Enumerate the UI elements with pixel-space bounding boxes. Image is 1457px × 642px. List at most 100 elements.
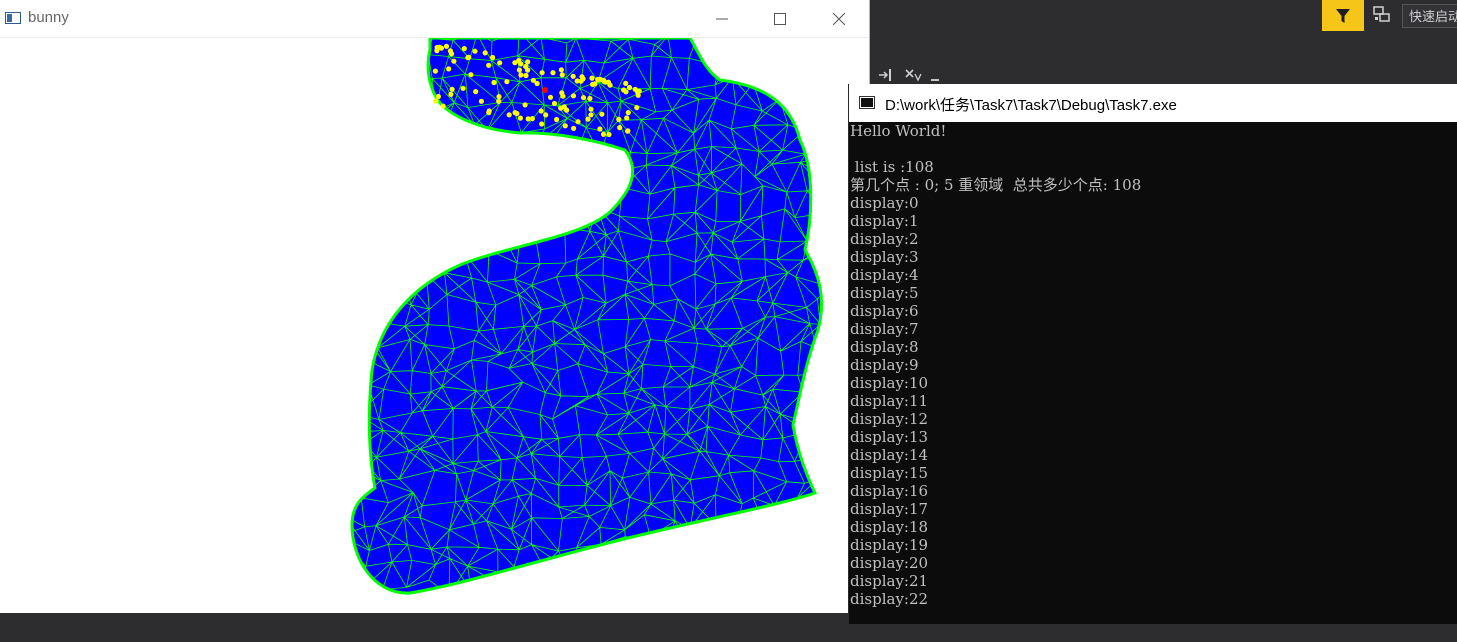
pin-icon[interactable] bbox=[877, 68, 893, 82]
filter-icon[interactable] bbox=[1322, 0, 1364, 31]
selected-point bbox=[539, 121, 545, 127]
selected-point bbox=[558, 67, 565, 73]
selected-point bbox=[559, 90, 565, 96]
console-title-bar[interactable]: D:\work\任务\Task7\Task7\Debug\Task7.exe bbox=[849, 84, 1457, 122]
selected-point bbox=[486, 62, 492, 68]
selected-point bbox=[518, 72, 524, 78]
selected-point bbox=[525, 67, 531, 73]
selected-point bbox=[449, 86, 455, 92]
selected-point bbox=[554, 116, 560, 123]
toolbar-overflow-icon[interactable] bbox=[931, 79, 939, 81]
console-line: display:18 bbox=[850, 518, 929, 536]
selected-point bbox=[443, 43, 450, 49]
close-all-icon[interactable] bbox=[904, 68, 922, 82]
console-output[interactable]: Hello World! list is :108 第几个点 : 0; 5 重领域… bbox=[850, 122, 1457, 642]
selected-point bbox=[504, 79, 510, 85]
selected-point bbox=[570, 73, 576, 79]
console-line: display:5 bbox=[850, 284, 919, 302]
maximize-button[interactable] bbox=[751, 0, 809, 38]
quick-launch-input[interactable]: 快速启动 bbox=[1402, 4, 1457, 28]
selected-point bbox=[547, 94, 554, 100]
selected-point bbox=[451, 58, 457, 64]
console-line: list is :108 bbox=[850, 158, 934, 176]
selected-point bbox=[434, 48, 440, 54]
selected-point bbox=[599, 111, 605, 117]
console-line: Hello World! bbox=[850, 122, 947, 140]
selected-point bbox=[605, 79, 612, 85]
selected-point bbox=[580, 95, 587, 101]
selected-point bbox=[625, 110, 631, 116]
selected-point bbox=[597, 126, 603, 132]
console-line: display:15 bbox=[850, 464, 929, 482]
minimize-button[interactable] bbox=[693, 0, 751, 38]
selected-point bbox=[539, 70, 545, 76]
close-button[interactable] bbox=[810, 0, 868, 38]
console-line: display:13 bbox=[850, 428, 929, 446]
selected-point bbox=[432, 68, 438, 74]
selected-point bbox=[496, 98, 502, 104]
selected-point bbox=[525, 116, 531, 122]
console-line: display:0 bbox=[850, 194, 919, 212]
selected-point bbox=[606, 131, 612, 138]
selected-point bbox=[517, 115, 524, 121]
console-icon bbox=[859, 96, 875, 109]
selected-point bbox=[472, 48, 478, 54]
selected-point bbox=[496, 94, 502, 100]
console-line: display:19 bbox=[850, 536, 929, 554]
selected-point bbox=[497, 60, 503, 66]
selected-point bbox=[578, 78, 584, 84]
app-icon bbox=[5, 12, 21, 24]
selected-point bbox=[506, 112, 512, 118]
selected-point bbox=[589, 75, 595, 81]
feedback-icon[interactable] bbox=[1372, 5, 1394, 25]
console-window: D:\work\任务\Task7\Task7\Debug\Task7.exe H… bbox=[848, 84, 1457, 624]
console-line: display:6 bbox=[850, 302, 919, 320]
selected-point bbox=[625, 128, 631, 134]
selected-point bbox=[460, 85, 466, 91]
selected-point bbox=[514, 110, 520, 117]
selected-point bbox=[534, 80, 540, 87]
selected-point bbox=[491, 79, 497, 86]
selected-point bbox=[550, 70, 556, 76]
selected-point bbox=[446, 66, 452, 72]
selected-point bbox=[522, 102, 528, 108]
selected-point bbox=[559, 72, 565, 78]
selected-point bbox=[562, 123, 568, 129]
console-line: display:14 bbox=[850, 446, 929, 464]
selected-point bbox=[634, 105, 640, 111]
bunny-window-title: bunny bbox=[28, 9, 69, 26]
console-line: display:1 bbox=[850, 212, 919, 230]
selected-point bbox=[518, 61, 524, 67]
console-line: display:11 bbox=[850, 392, 929, 410]
console-line: display:3 bbox=[850, 248, 919, 266]
selected-point bbox=[626, 84, 633, 91]
console-window-title: D:\work\任务\Task7\Task7\Debug\Task7.exe bbox=[885, 97, 1177, 114]
selected-point bbox=[551, 100, 558, 107]
selected-point bbox=[468, 72, 474, 78]
selected-point bbox=[558, 105, 564, 111]
render-viewport[interactable] bbox=[0, 38, 869, 613]
selected-point bbox=[433, 98, 439, 104]
selected-point bbox=[473, 89, 479, 95]
console-line: display:16 bbox=[850, 482, 929, 500]
selected-point bbox=[435, 93, 441, 100]
selected-point bbox=[543, 112, 549, 118]
selected-point bbox=[478, 98, 484, 104]
selected-point bbox=[490, 54, 496, 61]
selected-point bbox=[523, 72, 529, 79]
selected-point bbox=[617, 125, 623, 131]
selected-point bbox=[597, 76, 604, 82]
console-line: display:7 bbox=[850, 320, 919, 338]
selected-point bbox=[616, 116, 622, 122]
bunny-window: bunny bbox=[0, 0, 869, 613]
selected-point bbox=[575, 119, 581, 125]
bunny-title-bar[interactable]: bunny bbox=[0, 0, 869, 38]
console-line: display:12 bbox=[850, 410, 929, 428]
selected-center-point bbox=[542, 87, 548, 93]
selected-point bbox=[538, 108, 544, 114]
console-line: display:8 bbox=[850, 338, 919, 356]
selected-point bbox=[564, 107, 570, 113]
selected-point bbox=[461, 46, 467, 52]
selected-point bbox=[465, 55, 471, 61]
